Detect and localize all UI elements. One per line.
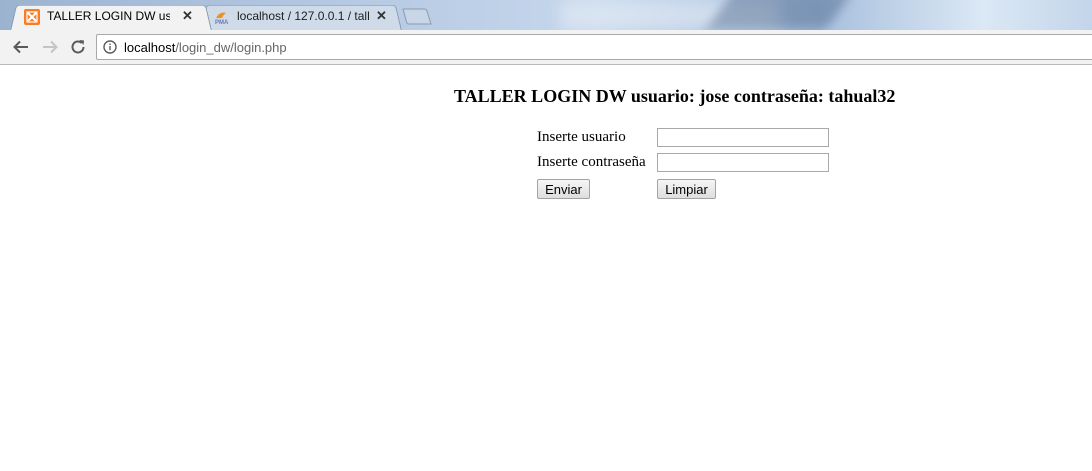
url-path: /login_dw/login.php (175, 40, 287, 55)
tab-strip: PMA localhost / 127.0.0.1 / tall ✕ TALLE… (0, 0, 1092, 30)
submit-button[interactable]: Enviar (537, 179, 590, 199)
username-input[interactable] (657, 128, 829, 147)
new-tab-button[interactable] (402, 8, 432, 25)
url-host: localhost (124, 40, 176, 55)
tab-title: localhost / 127.0.0.1 / tall (237, 9, 370, 23)
forward-arrow-icon[interactable] (40, 37, 60, 57)
password-input[interactable] (657, 153, 829, 172)
reload-icon[interactable] (68, 37, 88, 57)
tab-phpmyadmin[interactable]: PMA localhost / 127.0.0.1 / tall ✕ (200, 3, 402, 30)
svg-text:PMA: PMA (215, 20, 229, 25)
tab-taller-login[interactable]: TALLER LOGIN DW usuar ✕ (10, 3, 212, 30)
address-bar[interactable]: localhost/login_dw/login.php (96, 34, 1092, 60)
reset-button[interactable]: Limpiar (657, 179, 716, 199)
close-icon[interactable]: ✕ (376, 8, 387, 24)
info-icon[interactable] (103, 40, 117, 54)
back-arrow-icon[interactable] (11, 37, 31, 57)
username-label: Inserte usuario (537, 129, 626, 145)
browser-toolbar: localhost/login_dw/login.php (0, 30, 1092, 65)
close-icon[interactable]: ✕ (182, 8, 193, 24)
page-content: TALLER LOGIN DW usuario: jose contraseña… (0, 66, 1092, 471)
tab-title: TALLER LOGIN DW usuar (47, 9, 170, 23)
window-glare-dark (705, 0, 855, 30)
url-text[interactable]: localhost/login_dw/login.php (124, 40, 287, 55)
password-label: Inserte contraseña (537, 154, 646, 170)
xampp-icon (24, 9, 40, 25)
phpmyadmin-icon: PMA (214, 9, 230, 26)
page-title: TALLER LOGIN DW usuario: jose contraseña… (454, 86, 896, 106)
